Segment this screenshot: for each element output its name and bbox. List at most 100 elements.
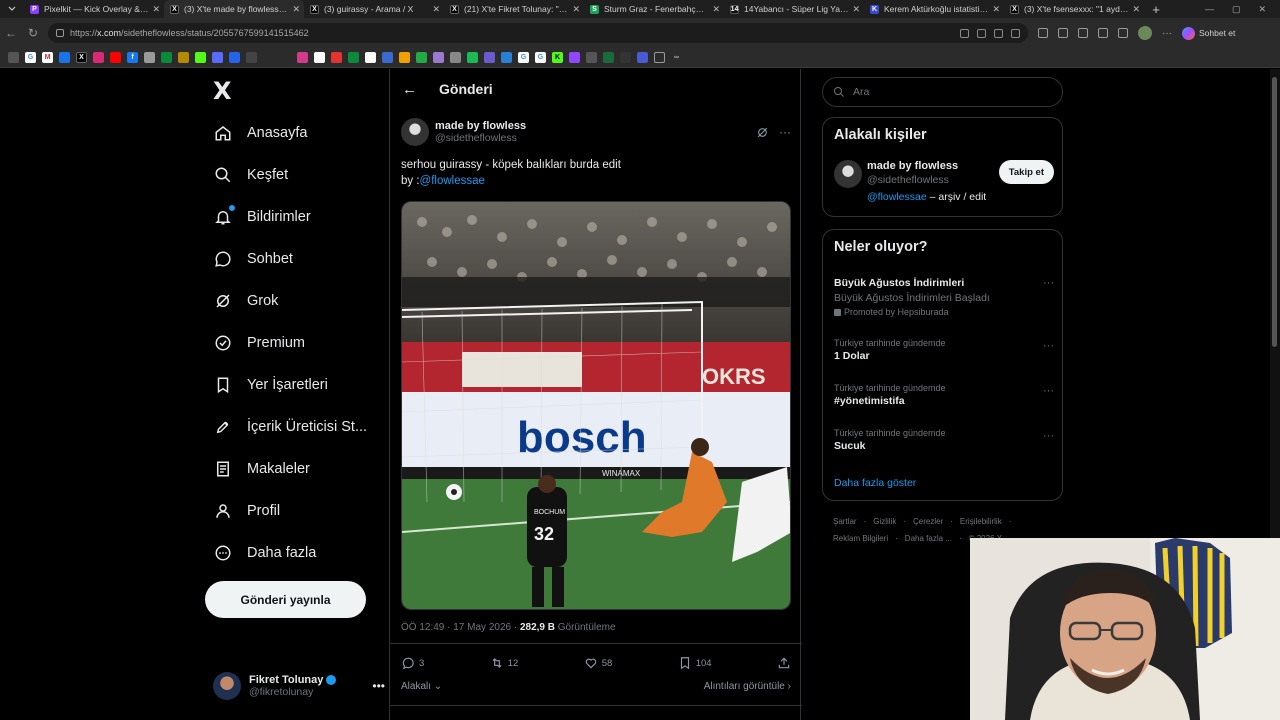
- more-dots-icon[interactable]: ···: [779, 125, 791, 139]
- bookmark-icon[interactable]: [178, 52, 189, 63]
- browser-tab[interactable]: K Kerem Aktürkoğlu istatistikleri ✕: [864, 0, 1004, 18]
- tab-close-icon[interactable]: ✕: [712, 4, 720, 15]
- grok-explain-icon[interactable]: [756, 126, 769, 139]
- bookmark-icon[interactable]: [382, 52, 393, 63]
- bookmark-kick-icon[interactable]: [195, 52, 206, 63]
- bookmark-icon[interactable]: [637, 52, 648, 63]
- extensions-icon[interactable]: [1058, 28, 1068, 38]
- more-dots-icon[interactable]: ···: [1043, 277, 1054, 289]
- copilot-button[interactable]: Sohbet et: [1182, 26, 1235, 40]
- bio-mention-link[interactable]: @flowlessae: [867, 191, 927, 203]
- bookmark-icon[interactable]: [144, 52, 155, 63]
- bookmark-x-icon[interactable]: X: [76, 52, 87, 63]
- footer-link-more[interactable]: Daha fazla ...: [905, 534, 952, 543]
- tab-list-dropdown-icon[interactable]: [0, 0, 24, 18]
- view-quotes-link[interactable]: Alıntıları görüntüle ›: [704, 681, 791, 692]
- split-screen-icon[interactable]: [1078, 28, 1088, 38]
- favorite-star-icon[interactable]: [1011, 28, 1020, 38]
- bookmark-google-icon[interactable]: G: [25, 52, 36, 63]
- address-bar[interactable]: https://x.com/sidetheflowless/status/205…: [48, 23, 1028, 43]
- bookmark-icon[interactable]: [280, 52, 291, 63]
- scrollbar-thumb[interactable]: [1272, 77, 1277, 347]
- bookmark-facebook-icon[interactable]: f: [127, 52, 138, 63]
- tweet-author-name[interactable]: made by flowless: [435, 120, 526, 132]
- repost-button[interactable]: 12: [490, 656, 518, 670]
- close-window-icon[interactable]: ✕: [1258, 4, 1266, 15]
- trend-item[interactable]: Türkiye tarihinde gündemde 1 Dolar ···: [834, 338, 1054, 362]
- bookmark-icon[interactable]: [416, 52, 427, 63]
- refresh-extension-icon[interactable]: [1038, 28, 1048, 38]
- avatar[interactable]: [401, 118, 429, 146]
- back-arrow-icon[interactable]: ←: [402, 81, 417, 98]
- minimize-icon[interactable]: —: [1205, 4, 1214, 15]
- nav-item-profile[interactable]: Profil: [213, 496, 280, 526]
- trend-item[interactable]: Türkiye tarihinde gündemde #yönetimistif…: [834, 383, 1054, 407]
- nav-item-more[interactable]: Daha fazla: [213, 538, 316, 568]
- bookmark-link-icon[interactable]: ∞: [671, 52, 682, 63]
- bookmark-icon[interactable]: [620, 52, 631, 63]
- footer-link-privacy[interactable]: Gizlilik: [873, 517, 896, 526]
- bookmark-icon[interactable]: [297, 52, 308, 63]
- bookmark-button[interactable]: 104: [678, 656, 712, 670]
- nav-item-home[interactable]: Anasayfa: [213, 118, 307, 148]
- more-dots-icon[interactable]: ···: [1043, 340, 1054, 352]
- reply-button[interactable]: 3: [401, 656, 424, 670]
- more-dots-icon[interactable]: ···: [1043, 385, 1054, 397]
- nav-item-notifications[interactable]: Bildirimler: [213, 202, 311, 232]
- bookmark-icon[interactable]: [229, 52, 240, 63]
- tweet-timestamp[interactable]: ÖÖ 12:49 · 17 May 2026 ·: [401, 622, 520, 633]
- like-button[interactable]: 58: [584, 656, 612, 670]
- share-button[interactable]: [777, 656, 791, 670]
- tab-close-icon[interactable]: ✕: [152, 4, 160, 15]
- nav-item-explore[interactable]: Keşfet: [213, 160, 288, 190]
- reload-icon[interactable]: ↻: [22, 22, 44, 44]
- bookmark-icon[interactable]: [467, 52, 478, 63]
- bookmark-icon[interactable]: [484, 52, 495, 63]
- nav-item-grok[interactable]: Grok: [213, 286, 278, 316]
- bookmark-kick-icon[interactable]: K: [552, 52, 563, 63]
- avatar[interactable]: [834, 160, 862, 188]
- trend-item[interactable]: Türkiye tarihinde gündemde Sucuk ···: [834, 428, 1054, 452]
- follow-button[interactable]: Takip et: [998, 160, 1054, 184]
- new-tab-icon[interactable]: +: [1144, 2, 1168, 17]
- browser-tab-active[interactable]: X (3) X'te made by flowless: "serh ✕: [164, 0, 304, 18]
- nav-item-bookmarks[interactable]: Yer İşaretleri: [213, 370, 328, 400]
- footer-link-ads-info[interactable]: Reklam Bilgileri: [833, 534, 888, 543]
- bookmark-icon[interactable]: [501, 52, 512, 63]
- account-switcher[interactable]: Fikret Tolunay @fikretolunay •••: [213, 669, 385, 703]
- footer-link-accessibility[interactable]: Erişilebilirlik: [960, 517, 1002, 526]
- bookmark-icon[interactable]: [246, 52, 257, 63]
- trend-item[interactable]: Büyük Ağustos İndirimleri Büyük Ağustos …: [834, 275, 1054, 317]
- reply-sort-dropdown[interactable]: Alakalı ⌄: [401, 681, 442, 692]
- tab-close-icon[interactable]: ✕: [852, 4, 860, 15]
- bookmark-icon[interactable]: [314, 52, 325, 63]
- related-person-name[interactable]: made by flowless: [867, 160, 986, 172]
- bookmark-google-icon[interactable]: G: [535, 52, 546, 63]
- more-dots-icon[interactable]: •••: [372, 679, 385, 693]
- footer-link-terms[interactable]: Şartlar: [833, 517, 857, 526]
- tab-close-icon[interactable]: ✕: [292, 4, 300, 15]
- tweet-mention-link[interactable]: @flowlessae: [420, 175, 485, 187]
- tab-close-icon[interactable]: ✕: [992, 4, 1000, 15]
- more-dots-icon[interactable]: ···: [1043, 430, 1054, 442]
- x-logo-icon[interactable]: X: [213, 77, 232, 105]
- collections-icon[interactable]: [1118, 28, 1128, 38]
- browser-tab[interactable]: X (21) X'te Fikret Tolunay: "@keyp ✕: [444, 0, 584, 18]
- footer-link-cookies[interactable]: Çerezler: [913, 517, 943, 526]
- bookmark-icon[interactable]: [263, 52, 274, 63]
- tab-close-icon[interactable]: ✕: [572, 4, 580, 15]
- reader-icon[interactable]: [994, 28, 1003, 38]
- browser-tab[interactable]: S Sturm Graz - Fenerbahçe canlı ✕: [584, 0, 724, 18]
- nav-item-premium[interactable]: Premium: [213, 328, 305, 358]
- tweet-author-handle[interactable]: @sidetheflowless: [435, 132, 526, 144]
- bookmark-reading-list-icon[interactable]: [8, 52, 19, 63]
- bookmark-google-icon[interactable]: G: [518, 52, 529, 63]
- search-input[interactable]: [853, 86, 1043, 98]
- settings-more-icon[interactable]: ···: [1162, 28, 1172, 39]
- bookmark-icon[interactable]: [331, 52, 342, 63]
- search-box[interactable]: [822, 77, 1063, 107]
- tab-close-icon[interactable]: ✕: [432, 4, 440, 15]
- maximize-icon[interactable]: ▢: [1232, 4, 1241, 15]
- bookmark-icon[interactable]: [212, 52, 223, 63]
- browser-tab[interactable]: P Pixelkit — Kick Overlay & Bot ✕: [24, 0, 164, 18]
